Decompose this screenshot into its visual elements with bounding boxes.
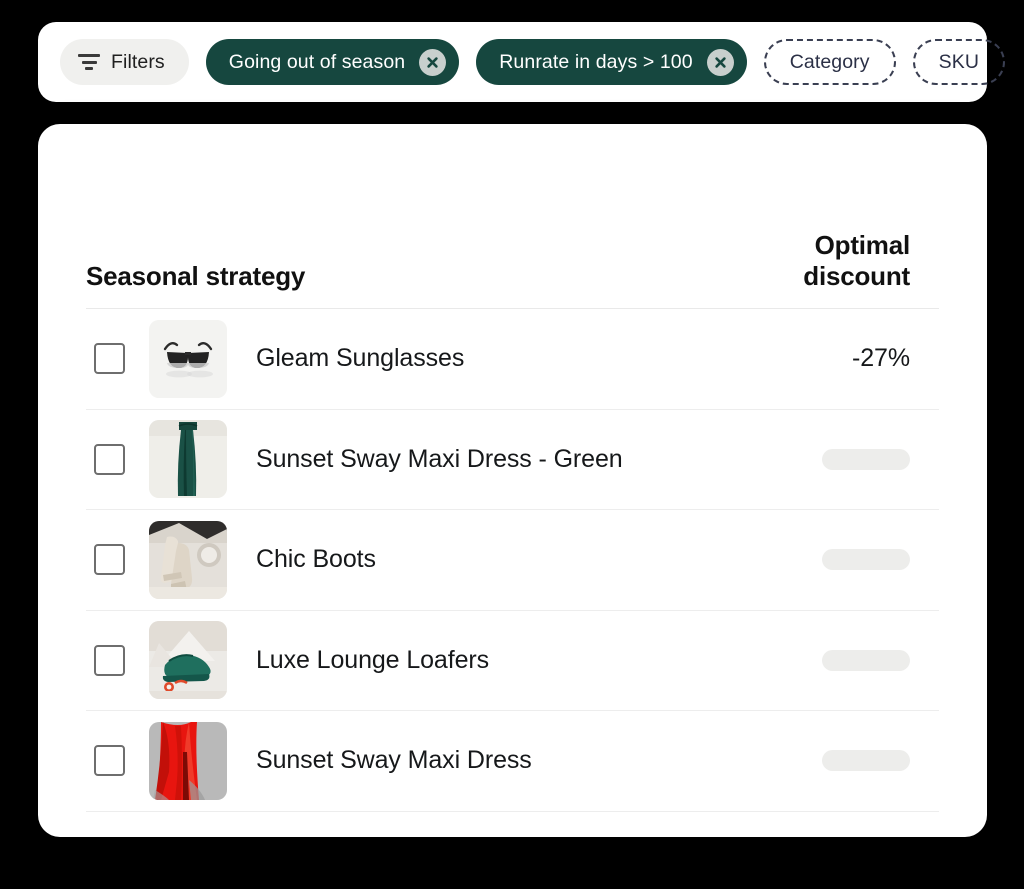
page-root: Filters Going out of season Runrate in d… <box>0 0 1024 889</box>
product-name: Sunset Sway Maxi Dress <box>256 746 532 775</box>
table-row[interactable]: Gleam Sunglasses -27% <box>86 309 939 410</box>
close-circle-icon[interactable] <box>419 48 447 76</box>
filter-icon <box>78 54 100 70</box>
table-row[interactable]: Luxe Lounge Loafers <box>86 611 939 711</box>
product-name: Sunset Sway Maxi Dress - Green <box>256 444 623 473</box>
table-row[interactable]: Sunset Sway Maxi Dress - Green <box>86 410 939 510</box>
product-name: Luxe Lounge Loafers <box>256 645 490 674</box>
optimal-discount-loading-placeholder <box>822 649 910 671</box>
row-thumbnail-cell <box>149 520 256 599</box>
filter-chip-label: Runrate in days > 100 <box>499 50 693 73</box>
table-row[interactable]: Chic Boots <box>86 510 939 611</box>
row-thumbnail-cell <box>149 420 256 499</box>
optimal-discount-loading-placeholder <box>822 750 910 772</box>
filters-button-label: Filters <box>111 50 165 73</box>
optimal-discount-cell <box>724 549 939 571</box>
row-checkbox[interactable] <box>94 443 125 475</box>
add-filter-chip-category[interactable]: Category <box>763 39 896 85</box>
row-thumbnail-cell <box>149 621 256 700</box>
column-header-seasonal-strategy: Seasonal strategy <box>86 261 306 291</box>
row-select-cell <box>86 544 149 576</box>
row-select-cell <box>86 443 149 475</box>
row-checkbox[interactable] <box>94 745 125 777</box>
filter-chip-label: Going out of season <box>228 50 406 73</box>
filter-bar: Filters Going out of season Runrate in d… <box>38 22 1006 102</box>
sunglasses-thumbnail <box>149 319 227 398</box>
optimal-discount-value: -27% <box>852 344 910 373</box>
close-circle-icon[interactable] <box>706 48 734 76</box>
row-thumbnail-cell <box>149 319 256 398</box>
loafers-thumbnail <box>149 621 227 700</box>
optimal-discount-loading-placeholder <box>822 448 910 470</box>
row-select-cell <box>86 644 149 676</box>
table-row[interactable]: Sunset Sway Maxi Dress <box>86 711 939 812</box>
boots-thumbnail <box>149 520 227 599</box>
product-name: Gleam Sunglasses <box>256 344 465 373</box>
filter-chip-runrate-in-days[interactable]: Runrate in days > 100 <box>476 39 747 85</box>
row-checkbox[interactable] <box>94 544 125 576</box>
row-thumbnail-cell <box>149 721 256 800</box>
add-filter-chip-label: SKU <box>938 50 980 73</box>
optimal-discount-cell: -27% <box>724 344 939 373</box>
row-checkbox[interactable] <box>94 343 125 375</box>
products-table-card: Seasonal strategy Optimal discount Gleam… <box>38 124 987 837</box>
product-name: Chic Boots <box>256 545 376 574</box>
optimal-discount-cell <box>724 649 939 671</box>
column-header-optimal-discount: Optimal discount <box>803 230 910 291</box>
add-filter-chip-label: Category <box>789 50 870 73</box>
optimal-discount-cell <box>724 448 939 470</box>
add-filter-chip-sku[interactable]: SKU <box>912 39 1006 85</box>
green-dress-thumbnail <box>149 420 227 499</box>
red-dress-thumbnail <box>149 721 227 800</box>
products-table: Seasonal strategy Optimal discount Gleam… <box>86 124 939 812</box>
filter-chip-going-out-of-season[interactable]: Going out of season <box>205 39 460 85</box>
optimal-discount-cell <box>724 750 939 772</box>
row-checkbox[interactable] <box>94 644 125 676</box>
row-select-cell <box>86 343 149 375</box>
filters-button[interactable]: Filters <box>60 39 189 85</box>
optimal-discount-loading-placeholder <box>822 549 910 571</box>
table-header-row: Seasonal strategy Optimal discount <box>86 124 939 309</box>
row-select-cell <box>86 745 149 777</box>
